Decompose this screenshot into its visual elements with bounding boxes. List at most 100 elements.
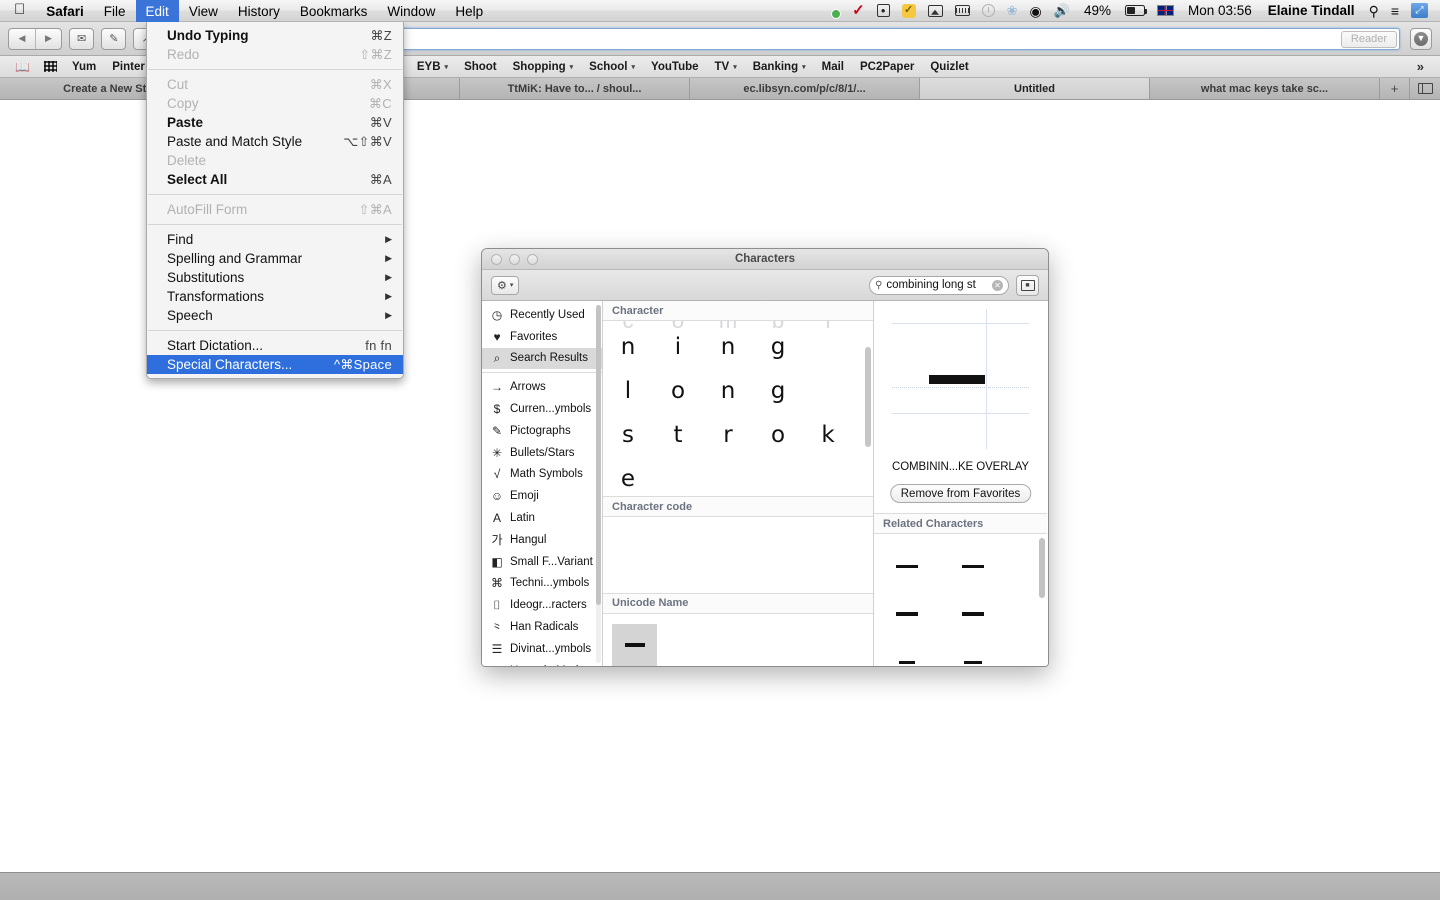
menu-item-paste-and-match-style[interactable]: Paste and Match Style ⌥⇧⌘V — [147, 132, 403, 151]
menu-bookmarks[interactable]: Bookmarks — [290, 0, 378, 22]
sidebar-item-techni-ymbols[interactable]: ⌘ Techni...ymbols — [482, 573, 602, 595]
apple-icon[interactable]:  — [0, 2, 36, 17]
sidebar-item-math-symbols[interactable]: √ Math Symbols — [482, 464, 602, 486]
menu-item-undo-typing[interactable]: Undo Typing ⌘Z — [147, 26, 403, 45]
clear-icon[interactable]: ✕ — [992, 279, 1003, 291]
character-cell[interactable]: n — [703, 369, 753, 413]
gear-icon[interactable]: ⚙ ▾ — [491, 275, 520, 295]
red-check-icon[interactable]: ✓ — [846, 0, 871, 22]
dropbox-icon[interactable] — [818, 0, 846, 22]
remove-from-favorites-button[interactable]: Remove from Favorites — [889, 484, 1032, 503]
menu-help[interactable]: Help — [445, 0, 493, 22]
blue-app-icon[interactable]: ⤢ — [1405, 0, 1434, 22]
character-grid[interactable]: combi ninglongstroke — [603, 321, 873, 498]
menu-item-substitutions[interactable]: Substitutions ▶ — [147, 268, 403, 287]
sidebar-item-ideogr-racters[interactable]: ⌷ Ideogr...racters — [482, 594, 602, 616]
menu-item-paste[interactable]: Paste ⌘V — [147, 113, 403, 132]
volume-icon[interactable]: 🔊 — [1048, 0, 1076, 22]
character-cell[interactable]: k — [803, 413, 853, 457]
screenshot-icon[interactable]: ● — [871, 0, 896, 22]
menu-item-find[interactable]: Find ▶ — [147, 230, 403, 249]
sidebar-item-emoji[interactable]: ☺ Emoji — [482, 485, 602, 507]
browser-tab[interactable]: Untitled — [920, 78, 1150, 99]
wifi-icon[interactable]: ◉ — [1024, 0, 1048, 22]
bookmark-yum[interactable]: Yum — [64, 56, 104, 78]
character-cell[interactable]: g — [753, 369, 803, 413]
bluetooth-icon[interactable]: ❀ — [1001, 0, 1024, 22]
battery-icon[interactable] — [1119, 0, 1151, 22]
bookmarks-overflow-button[interactable]: » — [1409, 59, 1432, 74]
user-name[interactable]: Elaine Tindall — [1260, 0, 1363, 22]
bookmark-banking[interactable]: Banking ▾ — [745, 56, 814, 78]
menu-item-speech[interactable]: Speech ▶ — [147, 306, 403, 325]
forward-arrow-icon[interactable]: ▶ — [35, 28, 61, 49]
sidebar-item-search-results[interactable]: ⌕ Search Results — [482, 347, 602, 370]
sidebar-item-latin[interactable]: A Latin — [482, 507, 602, 529]
bookmarks-sidebar-icon[interactable]: 📖 — [8, 60, 37, 74]
bookmark-school[interactable]: School ▾ — [581, 56, 643, 78]
character-cell[interactable]: s — [603, 413, 653, 457]
character-cell[interactable]: e — [603, 457, 653, 496]
sidebar-item-hangul[interactable]: 가 Hangul — [482, 529, 602, 551]
new-tab-button[interactable]: + — [1380, 78, 1410, 99]
back-arrow-icon[interactable]: ◀ — [9, 29, 35, 49]
airplay-icon[interactable] — [922, 0, 949, 22]
bookmark-quizlet[interactable]: Quizlet — [922, 56, 976, 78]
spotlight-search-icon[interactable]: ⚲ — [1363, 0, 1385, 22]
sidebar-item-arrows[interactable]: → Arrows — [482, 376, 602, 398]
browser-tab[interactable]: TtMiK: Have to... / shoul... — [460, 78, 690, 99]
sidebar-item-pictographs[interactable]: ✎ Pictographs — [482, 420, 602, 442]
menu-item-start-dictation[interactable]: Start Dictation... fn fn — [147, 336, 403, 355]
menu-item-select-all[interactable]: Select All ⌘A — [147, 170, 403, 189]
top-sites-icon[interactable] — [37, 61, 64, 72]
menu-safari[interactable]: Safari — [36, 0, 94, 22]
menu-window[interactable]: Window — [377, 0, 445, 22]
sidebar-item-hangul-marks[interactable]: ㄲ Hangul...Marks — [482, 660, 602, 666]
unicode-name-chip[interactable] — [612, 624, 657, 666]
bookmark-mail[interactable]: Mail — [814, 56, 852, 78]
menu-item-transformations[interactable]: Transformations ▶ — [147, 287, 403, 306]
downloads-icon[interactable]: ▼ — [1410, 27, 1432, 50]
compose-icon[interactable]: ✎ — [101, 27, 127, 50]
character-cell[interactable]: r — [703, 413, 753, 457]
menu-item-spelling-and-grammar[interactable]: Spelling and Grammar ▶ — [147, 249, 403, 268]
search-input[interactable]: ⚲ combining long st ✕ — [869, 275, 1009, 295]
bookmark-shopping[interactable]: Shopping ▾ — [505, 56, 582, 78]
related-character-cell[interactable] — [940, 638, 1006, 666]
keyboard-icon[interactable] — [949, 0, 976, 22]
related-characters-scrollbar[interactable] — [1039, 538, 1045, 666]
character-cell[interactable]: t — [653, 413, 703, 457]
bookmark-shoot[interactable]: Shoot — [456, 56, 505, 78]
mail-icon[interactable]: ✉ — [69, 27, 95, 50]
clock[interactable]: Mon 03:56 — [1180, 0, 1260, 22]
character-grid-scrollbar[interactable] — [865, 347, 871, 487]
sidebar-item-recently-used[interactable]: ◷ Recently Used — [482, 304, 602, 326]
menu-history[interactable]: History — [228, 0, 290, 22]
character-cell[interactable]: o — [753, 413, 803, 457]
menu-view[interactable]: View — [179, 0, 228, 22]
related-characters-grid[interactable] — [874, 534, 1047, 666]
sidebar-item-han-radicals[interactable]: ⺀ Han Radicals — [482, 616, 602, 638]
notification-center-icon[interactable]: ≡ — [1385, 0, 1405, 22]
bookmark-eyb[interactable]: EYB ▾ — [409, 56, 456, 78]
sidebar-scrollbar[interactable] — [596, 305, 601, 663]
sidebar-item-small-f-variant[interactable]: ◧ Small F...Variant — [482, 551, 602, 573]
related-character-cell[interactable] — [874, 542, 940, 590]
bookmark-tv[interactable]: TV ▾ — [707, 56, 745, 78]
browser-tab[interactable]: ec.libsyn.com/p/c/8/1/... — [690, 78, 920, 99]
menu-item-special-characters[interactable]: Special Characters... ^⌘Space — [147, 355, 403, 374]
menu-edit[interactable]: Edit — [135, 0, 179, 22]
sidebar-item-favorites[interactable]: ♥ Favorites — [482, 326, 602, 348]
time-machine-icon[interactable] — [976, 0, 1001, 22]
sidebar-item-bullets-stars[interactable]: ✳ Bullets/Stars — [482, 442, 602, 464]
menu-file[interactable]: File — [94, 0, 136, 22]
character-palette-icon[interactable]: ■ — [1016, 274, 1039, 296]
character-cell[interactable]: o — [653, 369, 703, 413]
bookmark-youtube[interactable]: YouTube — [643, 56, 706, 78]
tab-overview-icon[interactable] — [1410, 78, 1440, 99]
reader-button[interactable]: Reader — [1340, 30, 1397, 48]
related-character-cell[interactable] — [874, 638, 940, 666]
sidebar-item-divinat-ymbols[interactable]: ☰ Divinat...ymbols — [482, 638, 602, 660]
related-character-cell[interactable] — [940, 590, 1006, 638]
browser-tab[interactable]: what mac keys take sc... — [1150, 78, 1380, 99]
